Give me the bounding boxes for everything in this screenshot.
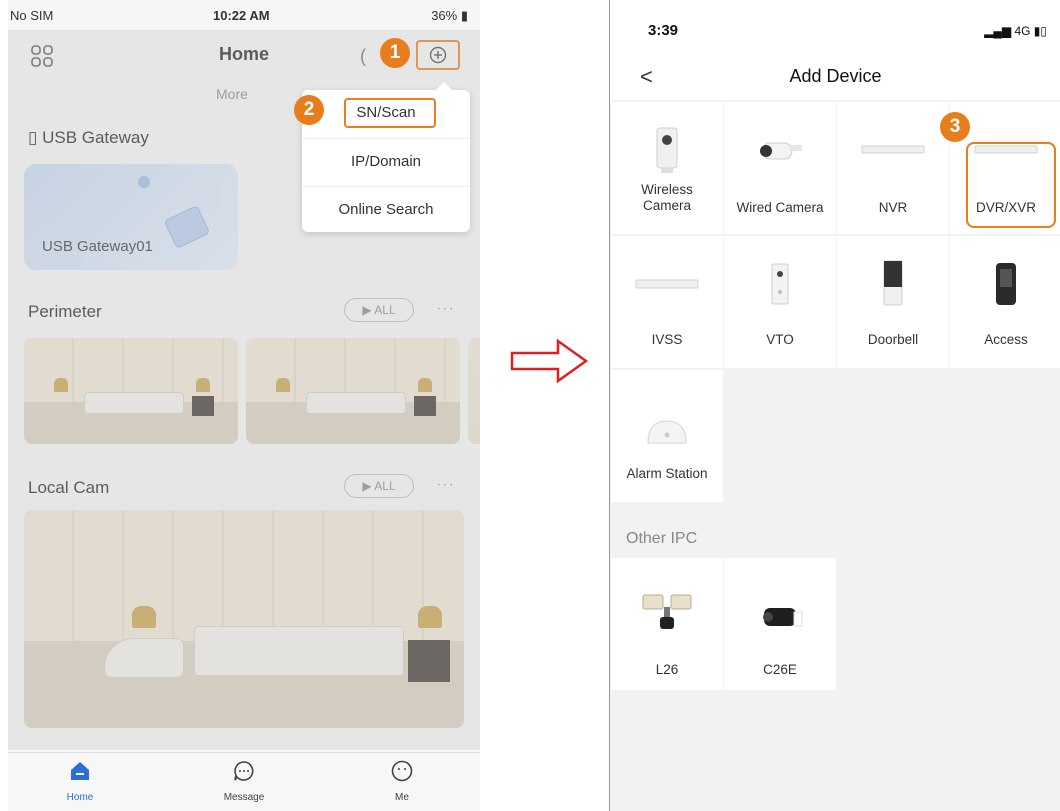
tab-message-label: Message <box>223 792 265 803</box>
me-icon <box>391 760 413 782</box>
right-arrow-icon <box>510 338 589 384</box>
vto-icon <box>771 263 789 305</box>
add-device-screen: 3:39 ▂▄▆ 4G ▮▯ < Add Device Wireless Came… <box>609 0 1060 811</box>
device-name: IVSS <box>651 332 683 347</box>
device-tile-alarm-station[interactable]: Alarm Station <box>611 370 723 502</box>
home-icon <box>71 762 89 780</box>
battery-level: 36% ▮ <box>431 8 468 23</box>
step-badge-2: 2 <box>294 95 324 125</box>
tab-me-label: Me <box>395 792 409 803</box>
access-icon <box>996 263 1016 305</box>
status-time: 10:22 AM <box>213 8 270 23</box>
page-title: Add Device <box>789 66 882 86</box>
device-tile-wireless-camera[interactable]: Wireless Camera <box>611 102 723 234</box>
device-name: NVR <box>878 200 908 215</box>
device-tile-c26e[interactable]: C26E <box>724 558 836 690</box>
step-badge-3: 3 <box>940 112 970 142</box>
status-bar: No SIM 10:22 AM 36% ▮ <box>8 0 480 30</box>
alarm-station-icon <box>647 420 687 444</box>
ivss-icon <box>635 279 699 289</box>
tab-me[interactable]: Me <box>362 759 442 803</box>
device-tile-l26[interactable]: L26 <box>611 558 723 690</box>
wireless-camera-icon <box>656 127 678 173</box>
bullet-camera-icon <box>763 608 803 627</box>
device-tile-doorbell[interactable]: Doorbell <box>837 236 949 368</box>
device-name: C26E <box>763 662 797 677</box>
other-ipc-section-title: Other IPC <box>626 530 698 547</box>
device-name: Doorbell <box>867 332 919 347</box>
carrier-label: No SIM <box>10 8 54 23</box>
device-name: Alarm Station <box>626 466 708 481</box>
nav-bar: < Add Device <box>610 54 1060 100</box>
floodlight-camera-icon <box>642 594 692 629</box>
status-time: 3:39 <box>648 22 679 39</box>
device-tile-vto[interactable]: VTO <box>724 236 836 368</box>
device-name: L26 <box>655 662 679 677</box>
device-name: Wireless Camera <box>641 182 693 213</box>
device-name: Access <box>984 332 1028 347</box>
tab-home-label: Home <box>66 792 94 803</box>
add-device-menu: SN/Scan IP/Domain Online Search <box>302 82 470 232</box>
device-name: VTO <box>766 332 794 347</box>
tab-message[interactable]: Message <box>204 759 284 803</box>
home-screen: No SIM 10:22 AM 36% ▮ Home ( More ▯ USB … <box>8 0 480 811</box>
tab-home[interactable]: Home <box>40 759 120 803</box>
device-tile-nvr[interactable]: NVR <box>837 102 949 234</box>
device-tile-wired-camera[interactable]: Wired Camera <box>724 102 836 234</box>
device-tile-ivss[interactable]: IVSS <box>611 236 723 368</box>
wired-camera-icon <box>760 142 802 160</box>
dvr-xvr-highlight <box>966 142 1056 228</box>
menu-item-ip-domain[interactable]: IP/Domain <box>302 138 470 184</box>
nvr-icon <box>861 145 925 154</box>
device-tile-access[interactable]: Access <box>950 236 1060 368</box>
menu-item-online-search[interactable]: Online Search <box>302 186 470 232</box>
network-indicator: ▂▄▆ 4G ▮▯ <box>984 24 1047 38</box>
doorbell-icon <box>883 260 903 306</box>
device-name: Wired Camera <box>736 200 824 215</box>
message-icon <box>234 761 254 781</box>
bottom-tab-bar: Home Message Me <box>8 752 480 811</box>
sn-scan-highlight <box>344 98 436 128</box>
step-badge-1: 1 <box>380 38 410 68</box>
status-bar: 3:39 ▂▄▆ 4G ▮▯ <box>610 0 1060 54</box>
